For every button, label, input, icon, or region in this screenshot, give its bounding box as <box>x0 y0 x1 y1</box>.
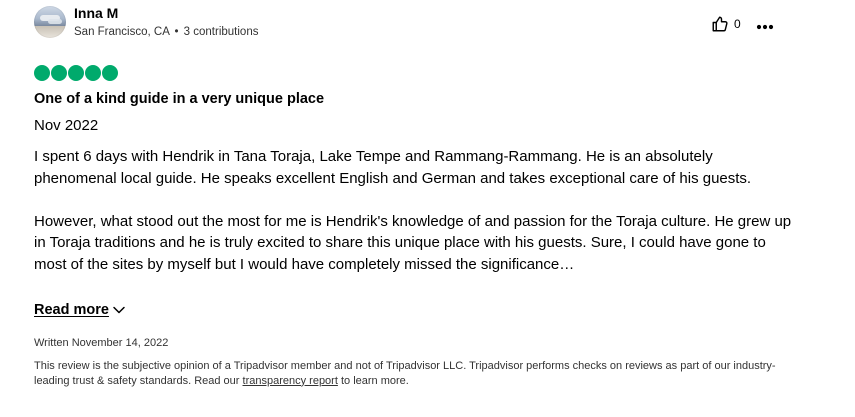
more-options-button[interactable] <box>754 15 776 33</box>
rating-bubble-icon <box>85 65 101 81</box>
read-more-button[interactable]: Read more <box>34 300 126 319</box>
helpful-count: 0 <box>734 17 741 31</box>
meta-separator: • <box>174 26 179 38</box>
rating-bubble-icon <box>102 65 118 81</box>
review-title[interactable]: One of a kind guide in a very unique pla… <box>34 91 324 107</box>
review-disclaimer: This review is the subjective opinion of… <box>34 359 794 388</box>
reviewer-meta: San Francisco, CA • 3 contributions <box>74 26 258 38</box>
rating-bubble-icon <box>34 65 50 81</box>
written-date: Written November 14, 2022 <box>34 337 169 349</box>
rating-bubble-icon <box>68 65 84 81</box>
more-options-icon <box>756 15 774 34</box>
reviewer-name[interactable]: Inna M <box>74 5 118 21</box>
review-body: I spent 6 days with Hendrik in Tana Tora… <box>34 146 794 275</box>
thumbs-up-icon <box>711 15 729 33</box>
rating-bubble-icon <box>51 65 67 81</box>
review-paragraph: However, what stood out the most for me … <box>34 212 792 273</box>
helpful-vote-button[interactable]: 0 <box>711 14 741 34</box>
avatar[interactable] <box>34 6 66 38</box>
reviewer-contributions: 3 contributions <box>183 26 259 38</box>
visit-date: Nov 2022 <box>34 117 99 134</box>
rating-bubbles <box>34 65 118 81</box>
review-card: Inna M San Francisco, CA • 3 contributio… <box>0 0 855 417</box>
transparency-report-link[interactable]: transparency report <box>243 375 338 387</box>
disclaimer-text-end: to learn more. <box>337 374 409 387</box>
review-paragraph: I spent 6 days with Hendrik in Tana Tora… <box>34 148 752 187</box>
chevron-down-icon <box>112 300 126 319</box>
read-more-label: Read more <box>34 301 109 318</box>
reviewer-location: San Francisco, CA <box>74 26 170 38</box>
